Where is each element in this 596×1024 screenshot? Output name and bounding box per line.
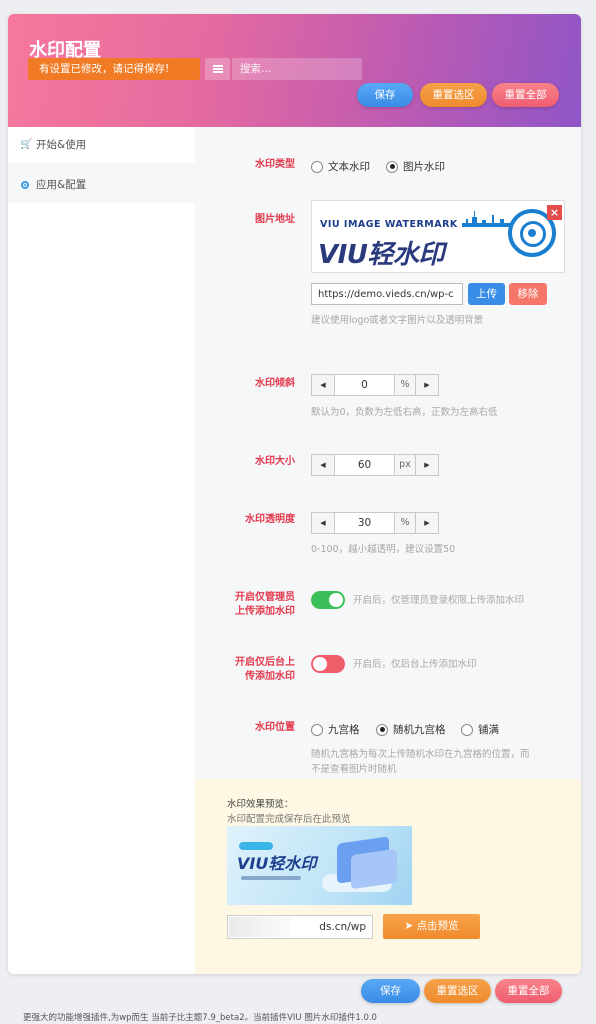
backend-only-toggle[interactable] bbox=[311, 655, 345, 673]
label-line: 传添加水印 bbox=[245, 671, 295, 682]
image-hint: 建议使用logo或者文字图片以及透明背景 bbox=[311, 315, 484, 326]
tilt-label: 水印倾斜 bbox=[255, 378, 295, 389]
size-value[interactable]: 60 bbox=[334, 455, 394, 475]
radio-label: 随机九宫格 bbox=[393, 724, 446, 736]
logo-top-text: VIU IMAGE WATERMARK bbox=[320, 219, 458, 230]
opacity-stepper[interactable]: ◀ 30 % ▶ bbox=[311, 512, 439, 534]
settings-panel: 水印配置 有设置已修改，请记得保存! 保存 重置选区 重置全部 🛒 开始&使用 … bbox=[8, 14, 581, 974]
radio-label: 文本水印 bbox=[328, 161, 370, 173]
preview-image: VIU轻水印 bbox=[227, 826, 412, 905]
sidebar-item-start[interactable]: 🛒 开始&使用 bbox=[8, 127, 195, 163]
sidebar: 🛒 开始&使用 应用&配置 bbox=[8, 127, 195, 974]
toggle-knob bbox=[313, 657, 327, 671]
reset-all-button-bottom[interactable]: 重置全部 bbox=[495, 979, 562, 1003]
radio-circle-selected bbox=[376, 723, 388, 736]
close-icon[interactable]: × bbox=[547, 205, 562, 220]
decrement-icon[interactable]: ◀ bbox=[312, 513, 334, 533]
hint-line: 不是查看图片时随机 bbox=[311, 764, 397, 775]
watermark-image-preview: VIU IMAGE WATERMARK VIU轻水印 × bbox=[311, 200, 565, 273]
opacity-hint: 0-100，越小越透明，建议设置50 bbox=[311, 544, 456, 555]
preview-title: 水印效果预览： bbox=[227, 799, 294, 810]
main-content: 水印类型 文本水印 图片水印 图片地址 VIU IMAGE WATERMARK … bbox=[195, 127, 581, 974]
type-label: 水印类型 bbox=[255, 159, 295, 170]
radio-random-grid[interactable]: 随机九宫格 bbox=[376, 722, 446, 737]
reset-section-button[interactable]: 重置选区 bbox=[420, 83, 487, 107]
radio-label: 铺满 bbox=[478, 724, 499, 736]
sidebar-item-label: 开始&使用 bbox=[36, 139, 87, 151]
label-line: 开启仅管理员 bbox=[235, 592, 295, 603]
radio-tile[interactable]: 铺满 bbox=[461, 722, 499, 737]
backend-only-label: 开启仅后台上 传添加水印 bbox=[209, 656, 295, 684]
image-label: 图片地址 bbox=[255, 214, 295, 225]
upload-button[interactable]: 上传 bbox=[468, 283, 505, 305]
radio-circle bbox=[461, 723, 473, 736]
send-icon: ➤ bbox=[404, 920, 417, 932]
radio-text-watermark[interactable]: 文本水印 bbox=[311, 159, 370, 174]
toggle-knob bbox=[329, 593, 343, 607]
tilt-value[interactable]: 0 bbox=[334, 375, 394, 395]
admin-only-label: 开启仅管理员 上传添加水印 bbox=[209, 591, 295, 619]
radio-label: 图片水印 bbox=[403, 161, 445, 173]
skyline-icon bbox=[462, 211, 512, 227]
sidebar-item-config[interactable]: 应用&配置 bbox=[8, 167, 195, 203]
save-button-bottom[interactable]: 保存 bbox=[361, 979, 420, 1003]
opacity-label: 水印透明度 bbox=[245, 514, 295, 525]
decrement-icon[interactable]: ◀ bbox=[312, 375, 334, 395]
size-unit: px bbox=[394, 455, 416, 475]
preview-section: 水印效果预览： 水印配置完成保存后在此预览 VIU轻水印 ds.cn/wp ➤ … bbox=[195, 779, 581, 974]
radio-circle bbox=[311, 723, 323, 736]
preview-button[interactable]: ➤ 点击预览 bbox=[383, 914, 480, 939]
save-button[interactable]: 保存 bbox=[357, 83, 413, 107]
logo-main-text: VIU轻水印 bbox=[318, 240, 444, 270]
preview-button-label: 点击预览 bbox=[416, 920, 459, 932]
admin-only-hint: 开启后，仅管理员登录权限上传添加水印 bbox=[353, 595, 525, 606]
position-label: 水印位置 bbox=[255, 722, 295, 733]
remove-button[interactable]: 移除 bbox=[509, 283, 547, 305]
admin-only-toggle[interactable] bbox=[311, 591, 345, 609]
size-stepper[interactable]: ◀ 60 px ▶ bbox=[311, 454, 439, 476]
reset-section-button-bottom[interactable]: 重置选区 bbox=[424, 979, 491, 1003]
preview-subline bbox=[241, 876, 301, 880]
search-input[interactable] bbox=[232, 58, 362, 80]
opacity-unit: % bbox=[394, 513, 416, 533]
radio-dot-icon bbox=[21, 181, 29, 189]
preview-card bbox=[351, 848, 397, 890]
radio-image-watermark[interactable]: 图片水印 bbox=[386, 159, 445, 174]
increment-icon[interactable]: ▶ bbox=[416, 455, 438, 475]
sidebar-item-label: 应用&配置 bbox=[36, 179, 87, 191]
tilt-unit: % bbox=[394, 375, 416, 395]
increment-icon[interactable]: ▶ bbox=[416, 513, 438, 533]
preview-subtitle: 水印配置完成保存后在此预览 bbox=[227, 814, 351, 825]
image-url-input[interactable] bbox=[311, 283, 463, 305]
list-icon bbox=[212, 65, 223, 73]
label-line: 开启仅后台上 bbox=[235, 657, 295, 668]
cart-icon: 🛒 bbox=[20, 139, 33, 150]
sidebar-fill bbox=[8, 203, 195, 974]
preview-url-text: ds.cn/wp bbox=[319, 921, 366, 933]
menu-list-button[interactable] bbox=[205, 58, 230, 80]
radio-circle-selected bbox=[386, 160, 398, 173]
size-label: 水印大小 bbox=[255, 456, 295, 467]
hint-line: 随机九宫格为每次上传随机水印在九宫格的位置，而 bbox=[311, 749, 530, 760]
header: 水印配置 有设置已修改，请记得保存! 保存 重置选区 重置全部 bbox=[8, 14, 581, 127]
unsaved-notice: 有设置已修改，请记得保存! bbox=[28, 58, 200, 80]
preview-url-blur bbox=[229, 917, 291, 937]
position-hint: 随机九宫格为每次上传随机水印在九宫格的位置，而 不是查看图片时随机 bbox=[311, 747, 530, 777]
preview-image-text: VIU轻水印 bbox=[237, 854, 317, 873]
backend-only-hint: 开启后，仅后台上传添加水印 bbox=[353, 659, 477, 670]
increment-icon[interactable]: ▶ bbox=[416, 375, 438, 395]
tilt-stepper[interactable]: ◀ 0 % ▶ bbox=[311, 374, 439, 396]
radio-circle bbox=[311, 160, 323, 173]
preview-badge bbox=[239, 842, 273, 850]
decrement-icon[interactable]: ◀ bbox=[312, 455, 334, 475]
reset-all-button[interactable]: 重置全部 bbox=[492, 83, 559, 107]
radio-label: 九宫格 bbox=[328, 724, 360, 736]
tilt-hint: 默认为0，负数为左低右高，正数为左高右低 bbox=[311, 407, 498, 418]
footer-text: 更强大的功能增强插件,为wp而生 当前子比主题7.9_beta2。当前插件VIU… bbox=[23, 1013, 377, 1023]
radio-grid[interactable]: 九宫格 bbox=[311, 722, 360, 737]
opacity-value[interactable]: 30 bbox=[334, 513, 394, 533]
label-line: 上传添加水印 bbox=[235, 606, 295, 617]
